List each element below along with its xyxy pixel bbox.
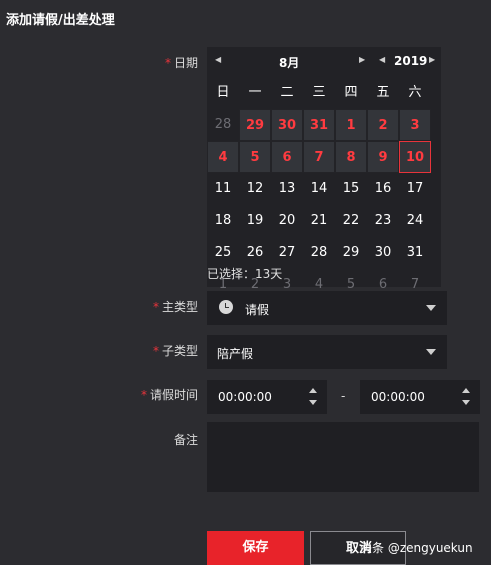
weekday-mon: 一 bbox=[248, 85, 262, 100]
day-cell[interactable]: 20 bbox=[271, 205, 303, 237]
day-cell-selected[interactable]: 9 bbox=[367, 141, 399, 173]
prev-month-icon[interactable]: ◀ bbox=[215, 55, 221, 64]
sub-type-label-text: 子类型 bbox=[161, 344, 198, 358]
date-label-text: 日期 bbox=[173, 56, 198, 70]
required-mark: * bbox=[152, 300, 159, 314]
weekday-tue: 二 bbox=[280, 85, 294, 100]
week-row: 18 19 20 21 22 23 24 bbox=[207, 205, 431, 237]
day-cell[interactable]: 19 bbox=[239, 205, 271, 237]
main-type-value: 请假 bbox=[245, 303, 270, 317]
day-cell[interactable]: 18 bbox=[207, 205, 239, 237]
day-cell[interactable]: 21 bbox=[303, 205, 335, 237]
start-time-input[interactable]: 00:00:00 bbox=[207, 380, 327, 414]
weekday-row: 日 一 二 三 四 五 六 bbox=[207, 77, 431, 109]
chevron-down-icon bbox=[426, 305, 436, 311]
calendar: ◀ 8月 ▶ ◀ 2019 ▶ 日 一 二 三 四 五 六 28 29 30 3… bbox=[207, 47, 441, 292]
chevron-down-icon bbox=[426, 349, 436, 355]
sub-type-label: * 子类型 bbox=[120, 342, 198, 359]
weekday-sun: 日 bbox=[216, 85, 230, 100]
spin-down-icon[interactable] bbox=[462, 400, 470, 405]
remark-textarea[interactable] bbox=[207, 422, 479, 492]
main-type-label: * 主类型 bbox=[120, 298, 198, 315]
dialog-title: 添加请假/出差处理 bbox=[6, 13, 115, 28]
day-cell-selected[interactable]: 30 bbox=[271, 109, 303, 141]
end-time-input[interactable]: 00:00:00 bbox=[360, 380, 480, 414]
day-cell-selected[interactable]: 3 bbox=[399, 109, 431, 141]
main-type-select[interactable]: 请假 bbox=[207, 291, 447, 325]
spin-up-icon[interactable] bbox=[309, 388, 317, 393]
day-cell-selected[interactable]: 1 bbox=[335, 109, 367, 141]
day-cell[interactable]: 15 bbox=[335, 173, 367, 205]
day-cell[interactable]: 24 bbox=[399, 205, 431, 237]
day-cell[interactable]: 23 bbox=[367, 205, 399, 237]
end-time-value: 00:00:00 bbox=[371, 390, 425, 404]
year-label: 2019 bbox=[394, 54, 428, 68]
day-cell-selected[interactable]: 8 bbox=[335, 141, 367, 173]
calendar-header: ◀ 8月 ▶ ◀ 2019 ▶ bbox=[207, 47, 441, 77]
day-cell[interactable]: 31 bbox=[399, 237, 431, 269]
start-time-value: 00:00:00 bbox=[218, 390, 272, 404]
day-cell[interactable]: 30 bbox=[367, 237, 399, 269]
spin-down-icon[interactable] bbox=[309, 400, 317, 405]
watermark: 头条 @zengyuekun bbox=[360, 541, 473, 555]
clock-icon bbox=[219, 300, 233, 314]
remark-label: 备注 bbox=[173, 433, 198, 447]
week-row: 11 12 13 14 15 16 17 bbox=[207, 173, 431, 205]
sub-type-select[interactable]: 陪产假 bbox=[207, 335, 447, 369]
selected-days-summary: 已选择：13天 bbox=[207, 267, 283, 281]
save-button[interactable]: 保存 bbox=[207, 531, 304, 565]
day-cell[interactable]: 28 bbox=[303, 237, 335, 269]
day-cell-selected[interactable]: 4 bbox=[207, 141, 239, 173]
day-cell-selected[interactable]: 29 bbox=[239, 109, 271, 141]
day-cell[interactable]: 14 bbox=[303, 173, 335, 205]
day-cell[interactable]: 11 bbox=[207, 173, 239, 205]
day-cell-selected[interactable]: 31 bbox=[303, 109, 335, 141]
day-cell[interactable]: 28 bbox=[207, 109, 239, 141]
day-cell[interactable]: 12 bbox=[239, 173, 271, 205]
day-cell-selected[interactable]: 7 bbox=[303, 141, 335, 173]
day-cell[interactable]: 17 bbox=[399, 173, 431, 205]
sub-type-value: 陪产假 bbox=[217, 347, 254, 361]
spin-up-icon[interactable] bbox=[462, 388, 470, 393]
main-type-label-text: 主类型 bbox=[161, 300, 198, 314]
prev-year-icon[interactable]: ◀ bbox=[379, 55, 385, 64]
leave-dialog: 添加请假/出差处理 * 日期 ◀ 8月 ▶ ◀ 2019 ▶ 日 一 二 三 四 … bbox=[0, 0, 491, 565]
day-cell-selected[interactable]: 5 bbox=[239, 141, 271, 173]
next-month-icon[interactable]: ▶ bbox=[359, 55, 365, 64]
leave-time-label: * 请假时间 bbox=[120, 386, 198, 403]
day-cell[interactable]: 13 bbox=[271, 173, 303, 205]
weekday-fri: 五 bbox=[376, 85, 390, 100]
date-label: * 日期 bbox=[120, 54, 198, 71]
weekday-thu: 四 bbox=[344, 85, 358, 100]
day-cell[interactable]: 29 bbox=[335, 237, 367, 269]
week-row: 28 29 30 31 1 2 3 bbox=[207, 109, 431, 141]
day-cell[interactable]: 22 bbox=[335, 205, 367, 237]
required-mark: * bbox=[140, 388, 147, 402]
weekday-sat: 六 bbox=[408, 85, 422, 100]
required-mark: * bbox=[164, 56, 171, 70]
day-cell-today[interactable]: 10 bbox=[399, 141, 431, 173]
next-year-icon[interactable]: ▶ bbox=[429, 55, 435, 64]
time-separator: - bbox=[341, 389, 346, 403]
day-cell-selected[interactable]: 2 bbox=[367, 109, 399, 141]
day-cell-selected[interactable]: 6 bbox=[271, 141, 303, 173]
weekday-wed: 三 bbox=[312, 85, 326, 100]
leave-time-label-text: 请假时间 bbox=[149, 388, 198, 402]
required-mark: * bbox=[152, 344, 159, 358]
week-row: 4 5 6 7 8 9 10 bbox=[207, 141, 431, 173]
day-cell[interactable]: 16 bbox=[367, 173, 399, 205]
month-label: 8月 bbox=[279, 56, 300, 70]
